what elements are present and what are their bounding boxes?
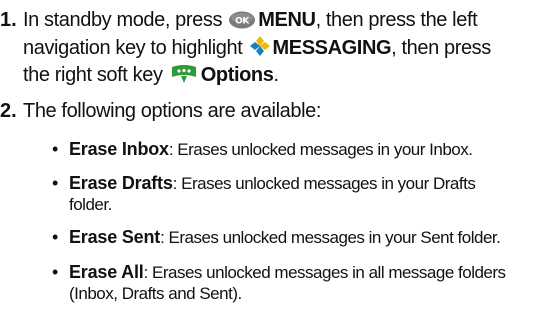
step-text-segment: navigation key to highlight — [23, 37, 243, 59]
option-description: : Erases unlocked messages in your Sent … — [160, 228, 501, 247]
menu-label: MENU — [258, 9, 316, 31]
options-label: Options — [200, 64, 274, 86]
bullet-icon: • — [52, 173, 59, 193]
option-line-2: (Inbox, Drafts and Sent). — [69, 284, 242, 303]
ok-key-label: OK — [235, 17, 250, 27]
list-item-text: Erase Inbox: Erases unlocked messages in… — [69, 139, 529, 160]
step-number: 1. — [0, 9, 17, 31]
step-text-segment: . — [273, 64, 279, 86]
step-text-segment: the right soft key — [23, 64, 163, 86]
step-1: 1. In standby mode, press OK MENU, then … — [0, 8, 530, 88]
option-term: Erase Inbox — [69, 139, 169, 159]
ok-key-icon: OK — [228, 11, 256, 35]
step-text: The following options are available: — [23, 100, 322, 122]
step-2: 2. The following options are available: — [0, 99, 530, 125]
list-item-text: Erase Sent: Erases unlocked messages in … — [69, 227, 529, 248]
option-term: Erase All — [69, 262, 144, 282]
instructions-document: 1. In standby mode, press OK MENU, then … — [0, 0, 538, 321]
option-line-2: folder. — [69, 195, 112, 214]
bullet-icon: • — [52, 139, 59, 159]
option-description: : Erases unlocked messages in your Inbox… — [168, 140, 473, 159]
step-text: In standby mode, press OK MENU, then pre… — [23, 8, 528, 90]
option-line-1: Erase All: Erases unlocked messages in a… — [69, 262, 529, 283]
step-1-line-3: the right soft key Options. — [23, 63, 528, 90]
step-text-segment: , then press — [391, 37, 491, 59]
step-1-line-2: navigation key to highlight MESSAGING, t… — [23, 35, 528, 63]
options-icon — [169, 64, 199, 90]
list-item-text: Erase All: Erases unlocked messages in a… — [69, 262, 529, 304]
option-term: Erase Sent — [69, 227, 161, 247]
step-text-segment: In standby mode, press — [23, 9, 223, 31]
option-description: : Erases unlocked messages in your Draft… — [172, 174, 476, 193]
option-term: Erase Drafts — [69, 173, 173, 193]
step-1-line-1: In standby mode, press OK MENU, then pre… — [23, 8, 528, 35]
step-number: 2. — [0, 100, 17, 122]
bullet-icon: • — [52, 227, 59, 247]
step-text-segment: , then press the left — [315, 9, 478, 31]
messaging-icon — [249, 35, 271, 63]
option-line-1: Erase Drafts: Erases unlocked messages i… — [69, 173, 529, 194]
bullet-icon: • — [52, 262, 59, 282]
option-description: : Erases unlocked messages in all messag… — [143, 263, 506, 282]
list-item-text: Erase Drafts: Erases unlocked messages i… — [69, 173, 529, 215]
messaging-label: MESSAGING — [272, 37, 392, 59]
